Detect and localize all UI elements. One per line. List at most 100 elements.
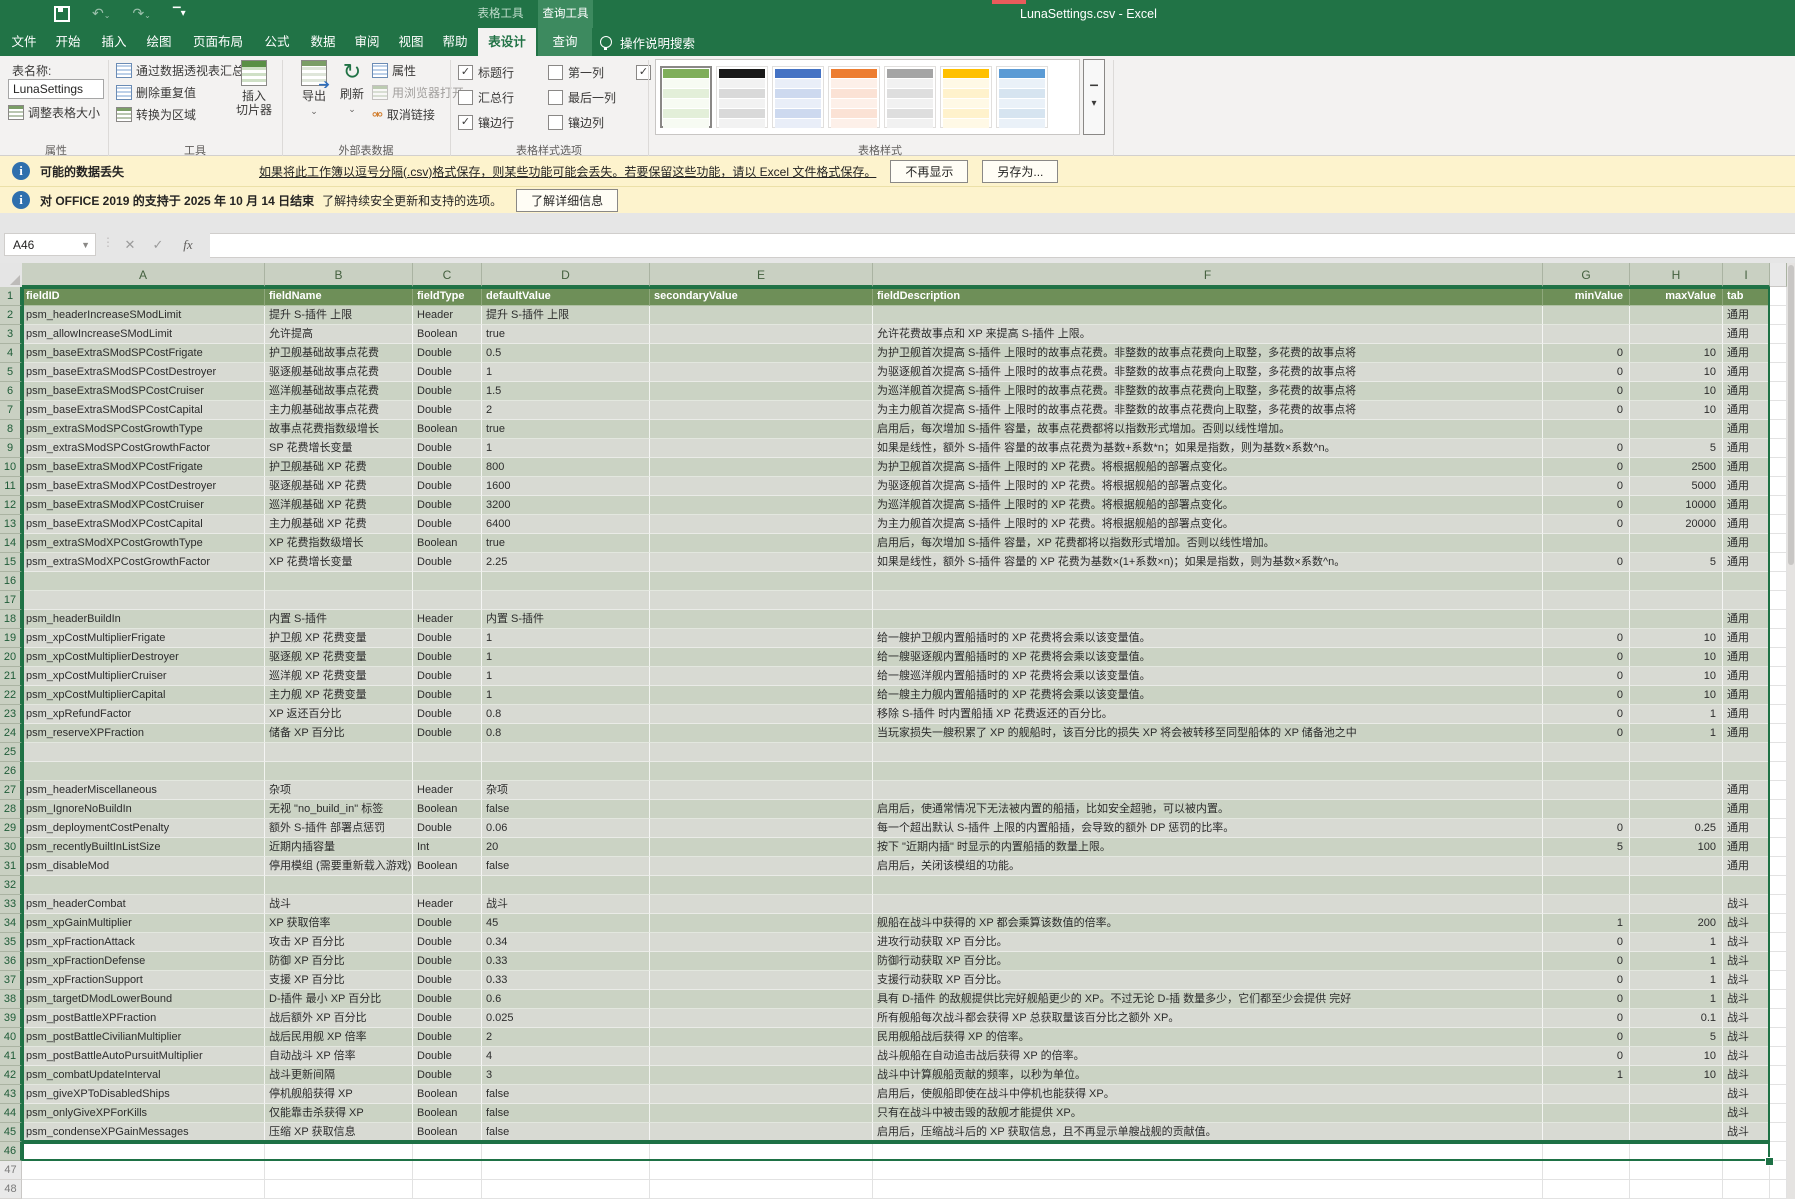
- cell-A30[interactable]: psm_recentlyBuiltInListSize: [22, 838, 265, 857]
- column-header-H[interactable]: H: [1630, 263, 1723, 287]
- tab-数据[interactable]: 数据: [306, 28, 340, 56]
- cell-D34[interactable]: 45: [482, 914, 650, 933]
- cell-C5[interactable]: Double: [413, 363, 482, 382]
- cell-B29[interactable]: 额外 S-插件 部署点惩罚: [265, 819, 413, 838]
- cell-H10[interactable]: 2500: [1630, 458, 1723, 477]
- cell-I26[interactable]: [1723, 762, 1770, 781]
- cell-B42[interactable]: 战斗更新间隔: [265, 1066, 413, 1085]
- cell-G24[interactable]: 0: [1543, 724, 1630, 743]
- cell-D35[interactable]: 0.34: [482, 933, 650, 952]
- cell-F20[interactable]: 给一艘驱逐舰内置船插时的 XP 花费将会乘以该变量值。: [873, 648, 1543, 667]
- cell-H9[interactable]: 5: [1630, 439, 1723, 458]
- cell-I48[interactable]: [1723, 1180, 1770, 1199]
- cell-A9[interactable]: psm_extraSModSPCostGrowthFactor: [22, 439, 265, 458]
- cell-A6[interactable]: psm_baseExtraSModSPCostCruiser: [22, 382, 265, 401]
- unlink-button[interactable]: ⚮ 取消链接: [372, 106, 435, 123]
- cell-H30[interactable]: 100: [1630, 838, 1723, 857]
- cell-F23[interactable]: 移除 S-插件 时内置船插 XP 花费返还的百分比。: [873, 705, 1543, 724]
- cell-A17[interactable]: [22, 591, 265, 610]
- cell-D26[interactable]: [482, 762, 650, 781]
- cell-F29[interactable]: 每一个超出默认 S-插件 上限的内置船插，会导致的额外 DP 惩罚的比率。: [873, 819, 1543, 838]
- cell-B1[interactable]: fieldName: [265, 287, 413, 306]
- cell-H25[interactable]: [1630, 743, 1723, 762]
- row-header-12[interactable]: 12: [0, 496, 22, 515]
- cell-G36[interactable]: 0: [1543, 952, 1630, 971]
- cell-E10[interactable]: [650, 458, 873, 477]
- cell-C48[interactable]: [413, 1180, 482, 1199]
- cell-D31[interactable]: false: [482, 857, 650, 876]
- cell-E9[interactable]: [650, 439, 873, 458]
- cell-B40[interactable]: 战后民用舰 XP 倍率: [265, 1028, 413, 1047]
- cell-F4[interactable]: 为护卫舰首次提高 S-插件 上限时的故事点花费。非整数的故事点花费向上取整，多花…: [873, 344, 1543, 363]
- cell-I35[interactable]: 战斗: [1723, 933, 1770, 952]
- cell-H47[interactable]: [1630, 1161, 1723, 1180]
- row-header-32[interactable]: 32: [0, 876, 22, 895]
- cell-D45[interactable]: false: [482, 1123, 650, 1142]
- cell-H8[interactable]: [1630, 420, 1723, 439]
- cell-I42[interactable]: 战斗: [1723, 1066, 1770, 1085]
- cell-G23[interactable]: 0: [1543, 705, 1630, 724]
- cell-E6[interactable]: [650, 382, 873, 401]
- cell-G6[interactable]: 0: [1543, 382, 1630, 401]
- cell-blank[interactable]: [1770, 610, 1787, 629]
- row-header-5[interactable]: 5: [0, 363, 22, 382]
- cell-A15[interactable]: psm_extraSModXPCostGrowthFactor: [22, 553, 265, 572]
- tab-视图[interactable]: 视图: [394, 28, 428, 56]
- table-style-blue[interactable]: [772, 66, 824, 128]
- cell-C6[interactable]: Double: [413, 382, 482, 401]
- cell-A5[interactable]: psm_baseExtraSModSPCostDestroyer: [22, 363, 265, 382]
- cell-I31[interactable]: 通用: [1723, 857, 1770, 876]
- row-header-37[interactable]: 37: [0, 971, 22, 990]
- cell-G41[interactable]: 0: [1543, 1047, 1630, 1066]
- cell-G33[interactable]: [1543, 895, 1630, 914]
- cell-C37[interactable]: Double: [413, 971, 482, 990]
- cell-F11[interactable]: 为驱逐舰首次提高 S-插件 上限时的 XP 花费。将根据舰船的部署点变化。: [873, 477, 1543, 496]
- cell-D30[interactable]: 20: [482, 838, 650, 857]
- cell-H21[interactable]: 10: [1630, 667, 1723, 686]
- cell-H12[interactable]: 10000: [1630, 496, 1723, 515]
- table-style-light-blue[interactable]: [996, 66, 1048, 128]
- column-header-blank[interactable]: [1770, 263, 1787, 287]
- row-header-39[interactable]: 39: [0, 1009, 22, 1028]
- cell-I3[interactable]: 通用: [1723, 325, 1770, 344]
- cell-B19[interactable]: 护卫舰 XP 花费变量: [265, 629, 413, 648]
- cell-blank[interactable]: [1770, 990, 1787, 1009]
- row-header-44[interactable]: 44: [0, 1104, 22, 1123]
- cell-I2[interactable]: 通用: [1723, 306, 1770, 325]
- cell-B41[interactable]: 自动战斗 XP 倍率: [265, 1047, 413, 1066]
- cell-D20[interactable]: 1: [482, 648, 650, 667]
- cell-E11[interactable]: [650, 477, 873, 496]
- cell-F16[interactable]: [873, 572, 1543, 591]
- cell-A29[interactable]: psm_deploymentCostPenalty: [22, 819, 265, 838]
- cell-A23[interactable]: psm_xpRefundFactor: [22, 705, 265, 724]
- row-header-16[interactable]: 16: [0, 572, 22, 591]
- cell-D7[interactable]: 2: [482, 401, 650, 420]
- cell-D39[interactable]: 0.025: [482, 1009, 650, 1028]
- row-header-7[interactable]: 7: [0, 401, 22, 420]
- cell-A21[interactable]: psm_xpCostMultiplierCruiser: [22, 667, 265, 686]
- cell-D46[interactable]: [482, 1142, 650, 1161]
- cell-B26[interactable]: [265, 762, 413, 781]
- save-icon[interactable]: [54, 6, 70, 22]
- cell-F2[interactable]: [873, 306, 1543, 325]
- cell-I46[interactable]: [1723, 1142, 1770, 1161]
- cell-blank[interactable]: [1770, 705, 1787, 724]
- cell-E34[interactable]: [650, 914, 873, 933]
- cell-I17[interactable]: [1723, 591, 1770, 610]
- cell-H14[interactable]: [1630, 534, 1723, 553]
- cell-E31[interactable]: [650, 857, 873, 876]
- cell-D10[interactable]: 800: [482, 458, 650, 477]
- cell-blank[interactable]: [1770, 1009, 1787, 1028]
- cell-A32[interactable]: [22, 876, 265, 895]
- cell-G42[interactable]: 1: [1543, 1066, 1630, 1085]
- cell-D43[interactable]: false: [482, 1085, 650, 1104]
- row-header-26[interactable]: 26: [0, 762, 22, 781]
- cell-A2[interactable]: psm_headerIncreaseSModLimit: [22, 306, 265, 325]
- cell-G21[interactable]: 0: [1543, 667, 1630, 686]
- cell-E12[interactable]: [650, 496, 873, 515]
- cell-C26[interactable]: [413, 762, 482, 781]
- dont-show-again-button[interactable]: 不再显示: [890, 160, 968, 183]
- cell-G22[interactable]: 0: [1543, 686, 1630, 705]
- cell-blank[interactable]: [1770, 1123, 1787, 1142]
- cell-E40[interactable]: [650, 1028, 873, 1047]
